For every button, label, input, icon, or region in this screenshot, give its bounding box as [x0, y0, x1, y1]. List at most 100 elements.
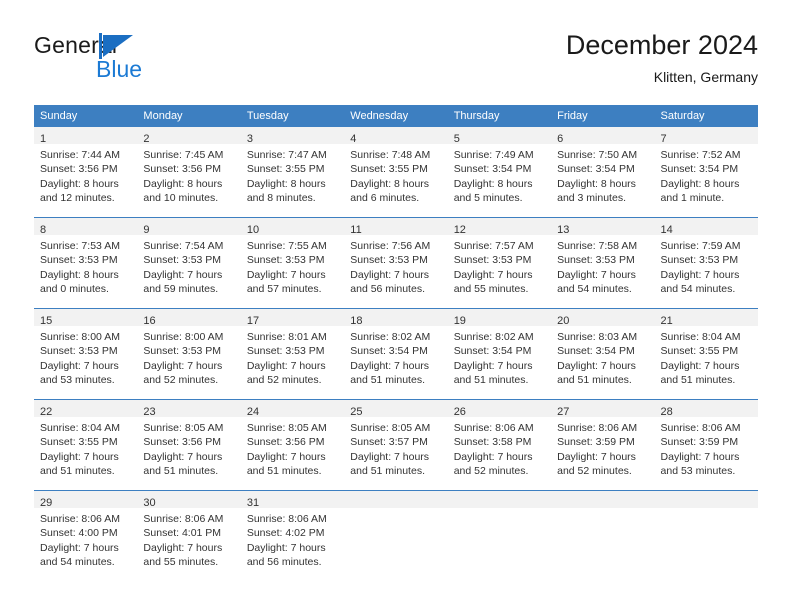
- calendar-day-cell[interactable]: 13 Sunrise: 7:58 AM Sunset: 3:53 PM Dayligh…: [551, 217, 655, 309]
- calendar-day-cell[interactable]: 15 Sunrise: 8:00 AM Sunset: 3:53 PM Dayligh…: [34, 308, 138, 400]
- daylight-text-line1: Daylight: 7 hours: [40, 450, 119, 463]
- day-details: Sunrise: 8:06 AM Sunset: 3:59 PM Daylight:…: [655, 417, 758, 479]
- day-details: Sunrise: 8:06 AM Sunset: 4:02 PM Daylight:…: [241, 508, 344, 570]
- sunset-text: Sunset: 3:53 PM: [557, 254, 635, 267]
- weekday-header-friday: Friday: [551, 105, 655, 127]
- day-number: 27: [557, 406, 570, 418]
- page-title: December 2024: [565, 30, 758, 60]
- day-details: Sunrise: 7:55 AM Sunset: 3:53 PM Daylight:…: [241, 235, 344, 297]
- calendar-day-cell[interactable]: 9 Sunrise: 7:54 AM Sunset: 3:53 PM Daylight…: [137, 217, 241, 309]
- sunrise-text: Sunrise: 7:47 AM: [246, 149, 327, 161]
- sunrise-text: Sunrise: 8:05 AM: [350, 422, 431, 434]
- calendar-day-cell[interactable]: 26 Sunrise: 8:06 AM Sunset: 3:58 PM Dayligh…: [447, 399, 552, 491]
- daylight-text-line1: Daylight: 7 hours: [246, 541, 326, 554]
- calendar-day-cell[interactable]: 2 Sunrise: 7:45 AM Sunset: 3:56 PM Daylight…: [137, 127, 241, 218]
- sunset-text: Sunset: 3:57 PM: [350, 436, 428, 449]
- calendar-day-cell[interactable]: 7 Sunrise: 7:52 AM Sunset: 3:54 PM Daylight…: [654, 127, 758, 218]
- calendar-day-cell[interactable]: 20 Sunrise: 8:03 AM Sunset: 3:54 PM Dayligh…: [551, 308, 655, 400]
- day-cell-inner: 4 Sunrise: 7:48 AM Sunset: 3:55 PM Daylight…: [344, 127, 448, 217]
- day-details: Sunrise: 7:56 AM Sunset: 3:53 PM Daylight:…: [344, 235, 447, 297]
- calendar-day-cell[interactable]: 5 Sunrise: 7:49 AM Sunset: 3:54 PM Daylight…: [447, 127, 552, 218]
- day-cell-inner: 25 Sunrise: 8:05 AM Sunset: 3:57 PM Dayligh…: [344, 400, 448, 490]
- daylight-text-line1: Daylight: 8 hours: [557, 177, 636, 190]
- daylight-text-line1: Daylight: 7 hours: [453, 268, 533, 281]
- weekday-header-tuesday: Tuesday: [240, 105, 345, 127]
- sunrise-text: Sunrise: 7:44 AM: [40, 149, 120, 161]
- daylight-text-line1: Daylight: 8 hours: [350, 177, 430, 190]
- daylight-text-line2: and 5 minutes.: [453, 192, 523, 205]
- daylight-text-line2: and 12 minutes.: [40, 192, 115, 205]
- sunset-text: Sunset: 3:54 PM: [557, 163, 635, 176]
- sunrise-text: Sunrise: 8:00 AM: [143, 331, 224, 343]
- day-number-band: 5: [447, 127, 552, 145]
- day-number: 25: [350, 406, 363, 418]
- day-number-band: 2: [137, 127, 241, 145]
- calendar-day-cell[interactable]: 27 Sunrise: 8:06 AM Sunset: 3:59 PM Dayligh…: [551, 399, 655, 491]
- sunrise-text: Sunrise: 7:54 AM: [143, 240, 224, 252]
- day-cell-inner: 24 Sunrise: 8:05 AM Sunset: 3:56 PM Dayligh…: [240, 400, 345, 490]
- general-blue-logo[interactable]: General Blue: [34, 32, 234, 92]
- day-number-band: 26: [447, 400, 552, 418]
- calendar-day-cell[interactable]: 11 Sunrise: 7:56 AM Sunset: 3:53 PM Dayligh…: [344, 217, 448, 309]
- day-number-band: 22: [34, 400, 138, 418]
- sunset-text: Sunset: 3:54 PM: [453, 345, 532, 358]
- calendar-day-cell[interactable]: 18 Sunrise: 8:02 AM Sunset: 3:54 PM Dayligh…: [344, 308, 448, 400]
- sunset-text: Sunset: 3:53 PM: [246, 345, 325, 358]
- day-details: Sunrise: 8:05 AM Sunset: 3:57 PM Daylight:…: [344, 417, 447, 479]
- sunset-text: Sunset: 3:54 PM: [350, 345, 428, 358]
- sunrise-text: Sunrise: 8:01 AM: [246, 331, 327, 343]
- day-details: Sunrise: 8:00 AM Sunset: 3:53 PM Daylight:…: [34, 326, 137, 388]
- calendar-header-row: Sunday Monday Tuesday Wednesday Thursday…: [34, 105, 758, 127]
- day-details: Sunrise: 8:03 AM Sunset: 3:54 PM Daylight:…: [551, 326, 654, 388]
- calendar-day-cell[interactable]: 25 Sunrise: 8:05 AM Sunset: 3:57 PM Dayligh…: [344, 399, 448, 491]
- calendar-day-cell[interactable]: 28 Sunrise: 8:06 AM Sunset: 3:59 PM Dayligh…: [654, 399, 758, 491]
- sunset-text: Sunset: 3:54 PM: [453, 163, 532, 176]
- sunset-text: Sunset: 3:53 PM: [453, 254, 532, 267]
- day-number: 8: [40, 224, 47, 236]
- day-number-band: [447, 491, 552, 508]
- calendar-day-cell[interactable]: 31 Sunrise: 8:06 AM Sunset: 4:02 PM Dayligh…: [240, 490, 345, 581]
- calendar-day-cell[interactable]: 30 Sunrise: 8:06 AM Sunset: 4:01 PM Dayligh…: [137, 490, 241, 581]
- day-cell-inner: 26 Sunrise: 8:06 AM Sunset: 3:58 PM Dayligh…: [447, 400, 552, 490]
- daylight-text-line2: and 1 minute.: [660, 192, 725, 205]
- sunset-text: Sunset: 4:00 PM: [40, 527, 118, 540]
- sunset-text: Sunset: 3:53 PM: [246, 254, 325, 267]
- day-number-band: 8: [34, 218, 138, 236]
- daylight-text-line1: Daylight: 8 hours: [660, 177, 740, 190]
- daylight-text-line1: Daylight: 7 hours: [453, 359, 533, 372]
- sunrise-text: Sunrise: 7:55 AM: [246, 240, 327, 252]
- calendar-day-cell[interactable]: 4 Sunrise: 7:48 AM Sunset: 3:55 PM Daylight…: [344, 127, 448, 218]
- day-number-band: 16: [137, 309, 241, 327]
- calendar-day-cell[interactable]: 29 Sunrise: 8:06 AM Sunset: 4:00 PM Dayligh…: [34, 490, 138, 581]
- daylight-text-line2: and 51 minutes.: [660, 374, 736, 387]
- calendar-day-cell[interactable]: 23 Sunrise: 8:05 AM Sunset: 3:56 PM Dayligh…: [137, 399, 241, 491]
- calendar-day-cell[interactable]: 3 Sunrise: 7:47 AM Sunset: 3:55 PM Daylight…: [240, 127, 345, 218]
- daylight-text-line2: and 51 minutes.: [557, 374, 632, 387]
- calendar-day-cell[interactable]: 12 Sunrise: 7:57 AM Sunset: 3:53 PM Dayligh…: [447, 217, 552, 309]
- day-cell-inner: 16 Sunrise: 8:00 AM Sunset: 3:53 PM Dayligh…: [137, 309, 241, 399]
- day-number: 10: [246, 224, 260, 236]
- sunset-text: Sunset: 3:56 PM: [246, 436, 325, 449]
- calendar-day-cell[interactable]: 19 Sunrise: 8:02 AM Sunset: 3:54 PM Dayligh…: [447, 308, 552, 400]
- calendar-day-cell[interactable]: 14 Sunrise: 7:59 AM Sunset: 3:53 PM Dayligh…: [654, 217, 758, 309]
- sunrise-text: Sunrise: 8:02 AM: [350, 331, 431, 343]
- sunrise-text: Sunrise: 7:57 AM: [453, 240, 534, 252]
- day-number: 3: [246, 133, 253, 145]
- calendar-day-cell[interactable]: 10 Sunrise: 7:55 AM Sunset: 3:53 PM Dayligh…: [240, 217, 345, 309]
- day-number-band: 27: [551, 400, 655, 418]
- calendar-day-cell[interactable]: 21 Sunrise: 8:04 AM Sunset: 3:55 PM Dayligh…: [654, 308, 758, 400]
- calendar-day-cell[interactable]: 16 Sunrise: 8:00 AM Sunset: 3:53 PM Dayligh…: [137, 308, 241, 400]
- calendar-day-cell[interactable]: 8 Sunrise: 7:53 AM Sunset: 3:53 PM Daylight…: [34, 217, 138, 309]
- calendar-day-cell[interactable]: 17 Sunrise: 8:01 AM Sunset: 3:53 PM Dayligh…: [240, 308, 345, 400]
- calendar-day-cell[interactable]: 22 Sunrise: 8:04 AM Sunset: 3:55 PM Dayligh…: [34, 399, 138, 491]
- calendar-day-cell[interactable]: 6 Sunrise: 7:50 AM Sunset: 3:54 PM Daylight…: [551, 127, 655, 218]
- daylight-text-line2: and 53 minutes.: [40, 374, 115, 387]
- day-number-band: 4: [344, 127, 448, 145]
- calendar-day-cell[interactable]: 24 Sunrise: 8:05 AM Sunset: 3:56 PM Dayligh…: [240, 399, 345, 491]
- day-number: 21: [660, 315, 673, 327]
- day-number: 17: [246, 315, 260, 327]
- calendar-day-cell[interactable]: 1 Sunrise: 7:44 AM Sunset: 3:56 PM Daylight…: [34, 127, 138, 218]
- daylight-text-line2: and 52 minutes.: [453, 465, 529, 478]
- weekday-header-thursday: Thursday: [447, 105, 552, 127]
- daylight-text-line2: and 51 minutes.: [350, 465, 425, 478]
